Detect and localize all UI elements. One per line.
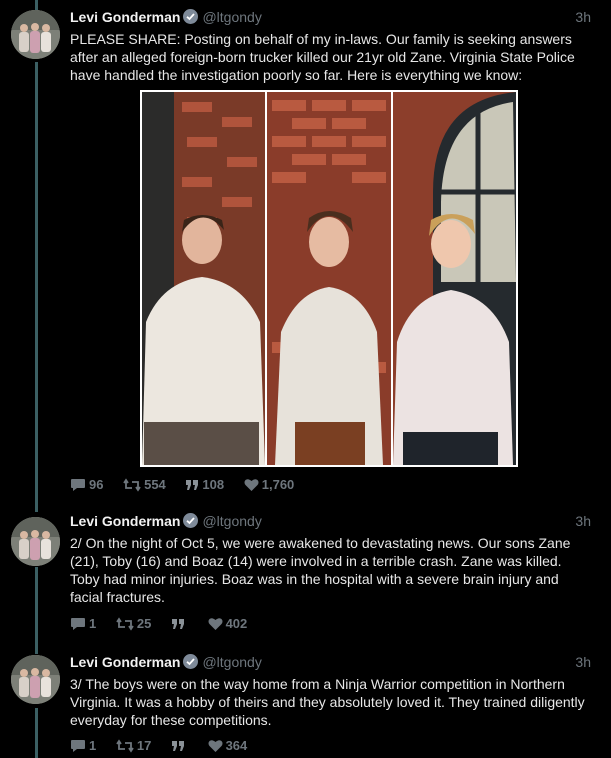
author-handle[interactable]: @ltgondy bbox=[202, 513, 261, 529]
reply-icon bbox=[71, 740, 85, 752]
verified-badge-icon bbox=[183, 654, 199, 669]
quote-icon bbox=[171, 619, 184, 629]
tweet-header: Levi Gonderman @ltgondy 3h bbox=[70, 7, 591, 27]
reply-count: 1 bbox=[89, 616, 97, 631]
tweet[interactable]: Levi Gonderman @ltgondy 3h 3/ The boys we… bbox=[0, 647, 611, 758]
author-name[interactable]: Levi Gonderman bbox=[70, 9, 180, 25]
tweet-actions: 96 554 108 1,760 bbox=[70, 476, 310, 494]
tweet-actions: 1 17 364 bbox=[70, 737, 263, 755]
avatar[interactable] bbox=[11, 517, 60, 566]
like-button[interactable]: 402 bbox=[208, 615, 248, 633]
tweet[interactable]: Levi Gonderman @ltgondy 3h 2/ On the nigh… bbox=[0, 505, 611, 650]
heart-icon bbox=[208, 740, 223, 752]
tweet-text: 3/ The boys were on the way home from a … bbox=[70, 676, 585, 728]
retweet-icon bbox=[116, 739, 134, 753]
tweet[interactable]: Levi Gonderman @ltgondy 3h PLEASE SHARE: … bbox=[0, 0, 611, 505]
quote-icon bbox=[186, 480, 199, 490]
tweet-header: Levi Gonderman @ltgondy 3h bbox=[70, 652, 591, 672]
quote-button[interactable]: 108 bbox=[185, 476, 224, 494]
photo-panel bbox=[267, 92, 391, 465]
tweet-text: PLEASE SHARE: Posting on behalf of my in… bbox=[70, 31, 575, 83]
heart-icon bbox=[208, 618, 223, 630]
tweet-text: 2/ On the night of Oct 5, we were awaken… bbox=[70, 535, 571, 605]
quote-count: 108 bbox=[202, 477, 225, 492]
retweet-count: 554 bbox=[144, 477, 166, 492]
timestamp[interactable]: 3h bbox=[575, 7, 591, 27]
author-name[interactable]: Levi Gonderman bbox=[70, 513, 180, 529]
photo-panel bbox=[142, 92, 265, 465]
reply-icon bbox=[71, 479, 85, 491]
author-name[interactable]: Levi Gonderman bbox=[70, 654, 180, 670]
like-count: 402 bbox=[225, 616, 248, 631]
retweet-button[interactable]: 17 bbox=[116, 737, 151, 755]
avatar[interactable] bbox=[11, 10, 60, 59]
retweet-button[interactable]: 25 bbox=[116, 615, 151, 633]
photo-panel bbox=[393, 92, 516, 465]
retweet-count: 17 bbox=[136, 738, 152, 753]
tweet-header: Levi Gonderman @ltgondy 3h bbox=[70, 511, 591, 531]
reply-button[interactable]: 1 bbox=[70, 615, 96, 633]
reply-count: 1 bbox=[89, 738, 97, 753]
tweet-actions: 1 25 402 bbox=[70, 615, 263, 633]
reply-count: 96 bbox=[89, 477, 104, 492]
reply-button[interactable]: 96 bbox=[70, 476, 103, 494]
reply-button[interactable]: 1 bbox=[70, 737, 96, 755]
like-button[interactable]: 1,760 bbox=[244, 476, 295, 494]
retweet-button[interactable]: 554 bbox=[123, 476, 166, 494]
quote-button[interactable] bbox=[171, 615, 188, 633]
like-button[interactable]: 364 bbox=[208, 737, 248, 755]
timestamp[interactable]: 3h bbox=[575, 652, 591, 672]
tweet-photo[interactable] bbox=[140, 90, 518, 467]
avatar[interactable] bbox=[11, 655, 60, 704]
quote-button[interactable] bbox=[171, 737, 188, 755]
timestamp[interactable]: 3h bbox=[575, 511, 591, 531]
like-count: 364 bbox=[225, 738, 248, 753]
author-handle[interactable]: @ltgondy bbox=[202, 9, 261, 25]
verified-badge-icon bbox=[183, 513, 199, 528]
retweet-count: 25 bbox=[136, 616, 152, 631]
retweet-icon bbox=[116, 617, 134, 631]
verified-badge-icon bbox=[183, 9, 199, 24]
like-count: 1,760 bbox=[261, 477, 295, 492]
retweet-icon bbox=[123, 478, 141, 492]
reply-icon bbox=[71, 618, 85, 630]
author-handle[interactable]: @ltgondy bbox=[202, 654, 261, 670]
quote-icon bbox=[171, 741, 184, 751]
heart-icon bbox=[244, 479, 259, 491]
